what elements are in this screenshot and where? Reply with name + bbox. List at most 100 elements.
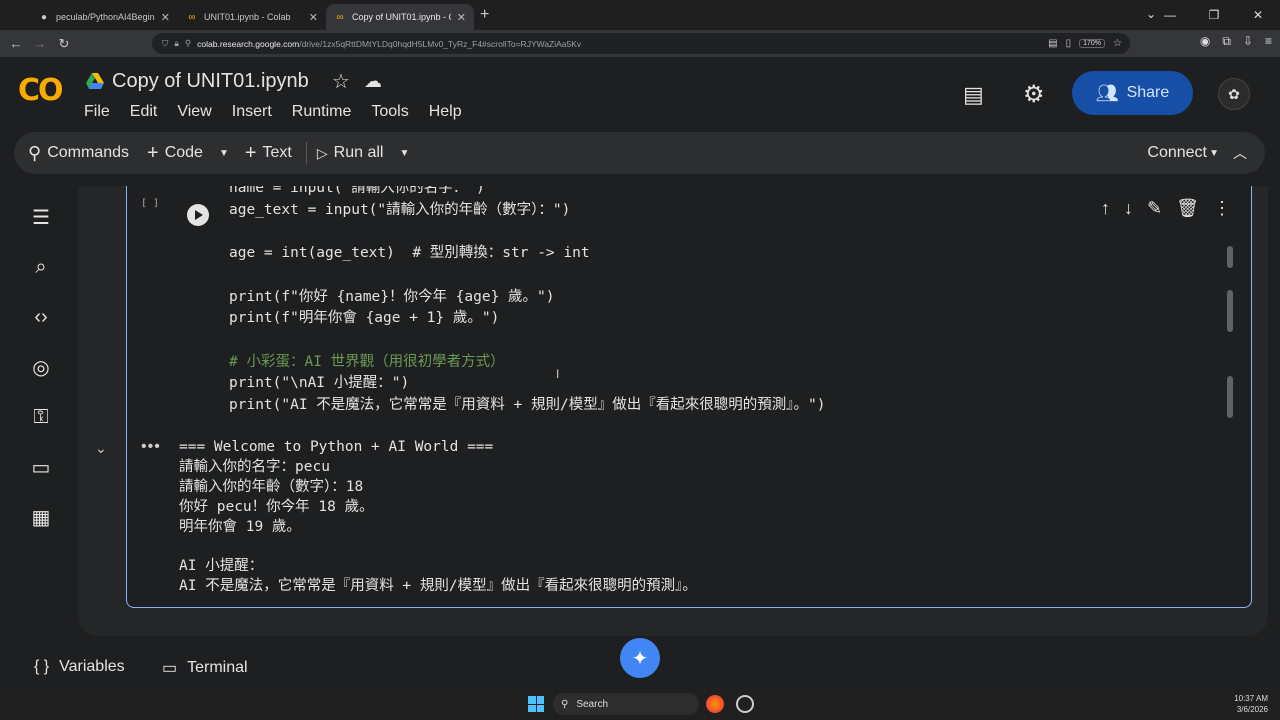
share-button[interactable]: 👥︎ Share (1072, 71, 1193, 115)
clock-date: 3/6/2026 (1236, 705, 1268, 714)
browser-tab-unit01[interactable]: ∞ UNIT01.ipynb - Colab ✕ (178, 4, 326, 30)
edit-icon[interactable]: ✎ (1147, 198, 1162, 219)
terminal-icon: ▭ (162, 660, 178, 677)
output-line: 請輸入你的年齡（數字）：18 (179, 478, 364, 495)
extensions-icon[interactable]: ⧉ (1222, 34, 1231, 49)
address-bar-row: ← → ↻ ⛉ 🔒︎ ⚲ colab.research.google.com/d… (0, 30, 1280, 57)
maximize-icon[interactable]: ❐ (1192, 0, 1236, 30)
terminal-button[interactable]: ▭ Terminal (162, 658, 248, 678)
reader-icon[interactable]: ▤ (1048, 38, 1057, 49)
gemini-icon[interactable]: ✦ (620, 638, 660, 678)
close-window-icon[interactable]: ✕ (1236, 0, 1280, 30)
code-line: name = input("請輸入你的名字：") (229, 186, 485, 196)
taskbar-search[interactable]: ⚲ Search (553, 693, 699, 715)
chevron-down-icon[interactable]: ▼ (1209, 148, 1219, 159)
chevron-down-icon[interactable]: ▼ (399, 148, 409, 159)
code-line: ​ (229, 221, 825, 243)
menu-insert[interactable]: Insert (232, 103, 272, 121)
avatar[interactable]: ✿ (1218, 78, 1250, 110)
variable-inspector-icon[interactable]: ◎ (28, 354, 54, 380)
menu-help[interactable]: Help (429, 103, 462, 121)
new-tab-button[interactable]: + (480, 6, 489, 24)
divider (305, 142, 307, 164)
execution-count: [ ] (141, 198, 160, 209)
key-icon[interactable]: ⚿ (28, 404, 54, 430)
menu-icon[interactable]: ≡ (1265, 34, 1272, 49)
code-line: print(f"明年你會 {age + 1} 歲。") (229, 310, 500, 327)
menu-edit[interactable]: Edit (130, 103, 158, 121)
menu-view[interactable]: View (177, 103, 211, 121)
minimize-icon[interactable]: — (1148, 0, 1192, 30)
code-line: ​ (229, 265, 825, 287)
code-line: age = int(age_text) # 型別轉換：str -> int (229, 245, 590, 262)
comment-icon[interactable]: ▤ (963, 82, 984, 108)
commands-button[interactable]: ⚲ Commands (28, 132, 129, 174)
url-host: colab.research.google.com (197, 38, 300, 49)
code-text[interactable]: name = input("請輸入你的名字：") age_text = input… (229, 186, 825, 417)
move-up-icon[interactable]: ↑ (1101, 198, 1110, 219)
terminal-label: Terminal (187, 659, 248, 676)
search-icon: ⚲ (561, 698, 569, 710)
more-options-icon[interactable]: ⋮ (1213, 198, 1231, 219)
menu-runtime[interactable]: Runtime (292, 103, 352, 121)
move-down-icon[interactable]: ↓ (1124, 198, 1133, 219)
code-snippets-icon[interactable]: ‹› (28, 304, 54, 330)
app-icon[interactable] (736, 695, 754, 713)
tablet-icon[interactable]: ▯ (1066, 38, 1072, 49)
chevron-down-icon[interactable]: ▼ (219, 148, 229, 159)
gear-icon[interactable]: ⚙ (1023, 80, 1045, 109)
scrollbar-thumb[interactable] (1227, 290, 1233, 332)
menu-file[interactable]: File (84, 103, 110, 121)
chevron-down-icon[interactable]: ⌄ (95, 440, 107, 457)
table-of-contents-icon[interactable]: ☰ (28, 204, 54, 230)
delete-icon[interactable]: 🗑︎ (1176, 198, 1199, 219)
forward-icon[interactable]: → (28, 36, 52, 51)
cloud-saved-icon[interactable]: ☁ (364, 71, 382, 92)
output-line: 明年你會 19 歲。 (179, 518, 301, 535)
braces-icon: { } (34, 658, 50, 675)
code-cell[interactable]: [ ] name = input("請輸入你的名字：") age_text = i… (95, 186, 1252, 608)
data-table-icon[interactable]: ▦ (28, 504, 54, 530)
add-code-button[interactable]: + Code (147, 132, 203, 174)
site-info-icon: ⚲ (184, 38, 192, 48)
bookmark-star-icon[interactable]: ☆ (1113, 38, 1122, 49)
windows-start-icon[interactable] (528, 696, 544, 712)
back-icon[interactable]: ← (4, 36, 28, 51)
scrollbar-thumb[interactable] (1227, 246, 1233, 268)
search-label: Search (576, 698, 609, 710)
clock-time: 10:37 AM (1234, 694, 1268, 703)
output-line: 請輸入你的名字：pecu (179, 458, 330, 475)
scrollbar-thumb[interactable] (1227, 376, 1233, 418)
colab-logo[interactable]: CO (18, 73, 64, 108)
play-icon: ▷ (316, 144, 328, 161)
downloads-icon[interactable]: ⇩ (1243, 34, 1253, 49)
colab-icon: ∞ (188, 11, 196, 23)
zoom-level[interactable]: 170% (1079, 39, 1106, 48)
close-tab-icon[interactable]: ✕ (457, 11, 466, 24)
notebook-title[interactable]: Copy of UNIT01.ipynb (112, 70, 309, 93)
add-text-button[interactable]: + Text (245, 132, 292, 174)
browser-tab-copy-unit01[interactable]: ∞ Copy of UNIT01.ipynb - Colab ✕ (326, 4, 474, 30)
colab-header: CO Copy of UNIT01.ipynb ☆ ☁ File Edit Vi… (0, 57, 1280, 132)
firefox-icon[interactable] (706, 695, 724, 713)
system-clock[interactable]: 10:37 AM 3/6/2026 (1234, 693, 1268, 715)
folder-icon[interactable]: ▭ (28, 454, 54, 480)
menu-tools[interactable]: Tools (371, 103, 408, 121)
output-line: 你好 pecu！你今年 18 歲。 (179, 498, 374, 515)
reload-icon[interactable]: ↻ (52, 36, 76, 52)
find-replace-icon[interactable]: ⌕ (28, 254, 54, 280)
close-tab-icon[interactable]: ✕ (309, 11, 318, 24)
variables-button[interactable]: { } Variables (34, 658, 125, 676)
close-tab-icon[interactable]: ✕ (161, 11, 170, 24)
run-cell-button[interactable] (187, 204, 209, 226)
browser-tab-github[interactable]: ● peculab/PythonAI4Beginners: P ✕ (30, 4, 178, 30)
output-actions-icon[interactable]: ••• (141, 438, 161, 456)
star-icon[interactable]: ☆ (332, 69, 350, 94)
chevron-up-icon[interactable]: ︿ (1233, 143, 1247, 163)
run-all-button[interactable]: ▷ Run all (317, 132, 384, 174)
connect-button[interactable]: Connect (1147, 144, 1207, 162)
url-input[interactable]: ⛉ 🔒︎ ⚲ colab.research.google.com/drive/1… (152, 33, 1130, 54)
vpn-icon[interactable]: ◉ (1200, 34, 1210, 49)
code-editor[interactable]: [ ] name = input("請輸入你的名字：") age_text = i… (127, 186, 1251, 430)
search-icon: ⚲ (28, 142, 42, 163)
